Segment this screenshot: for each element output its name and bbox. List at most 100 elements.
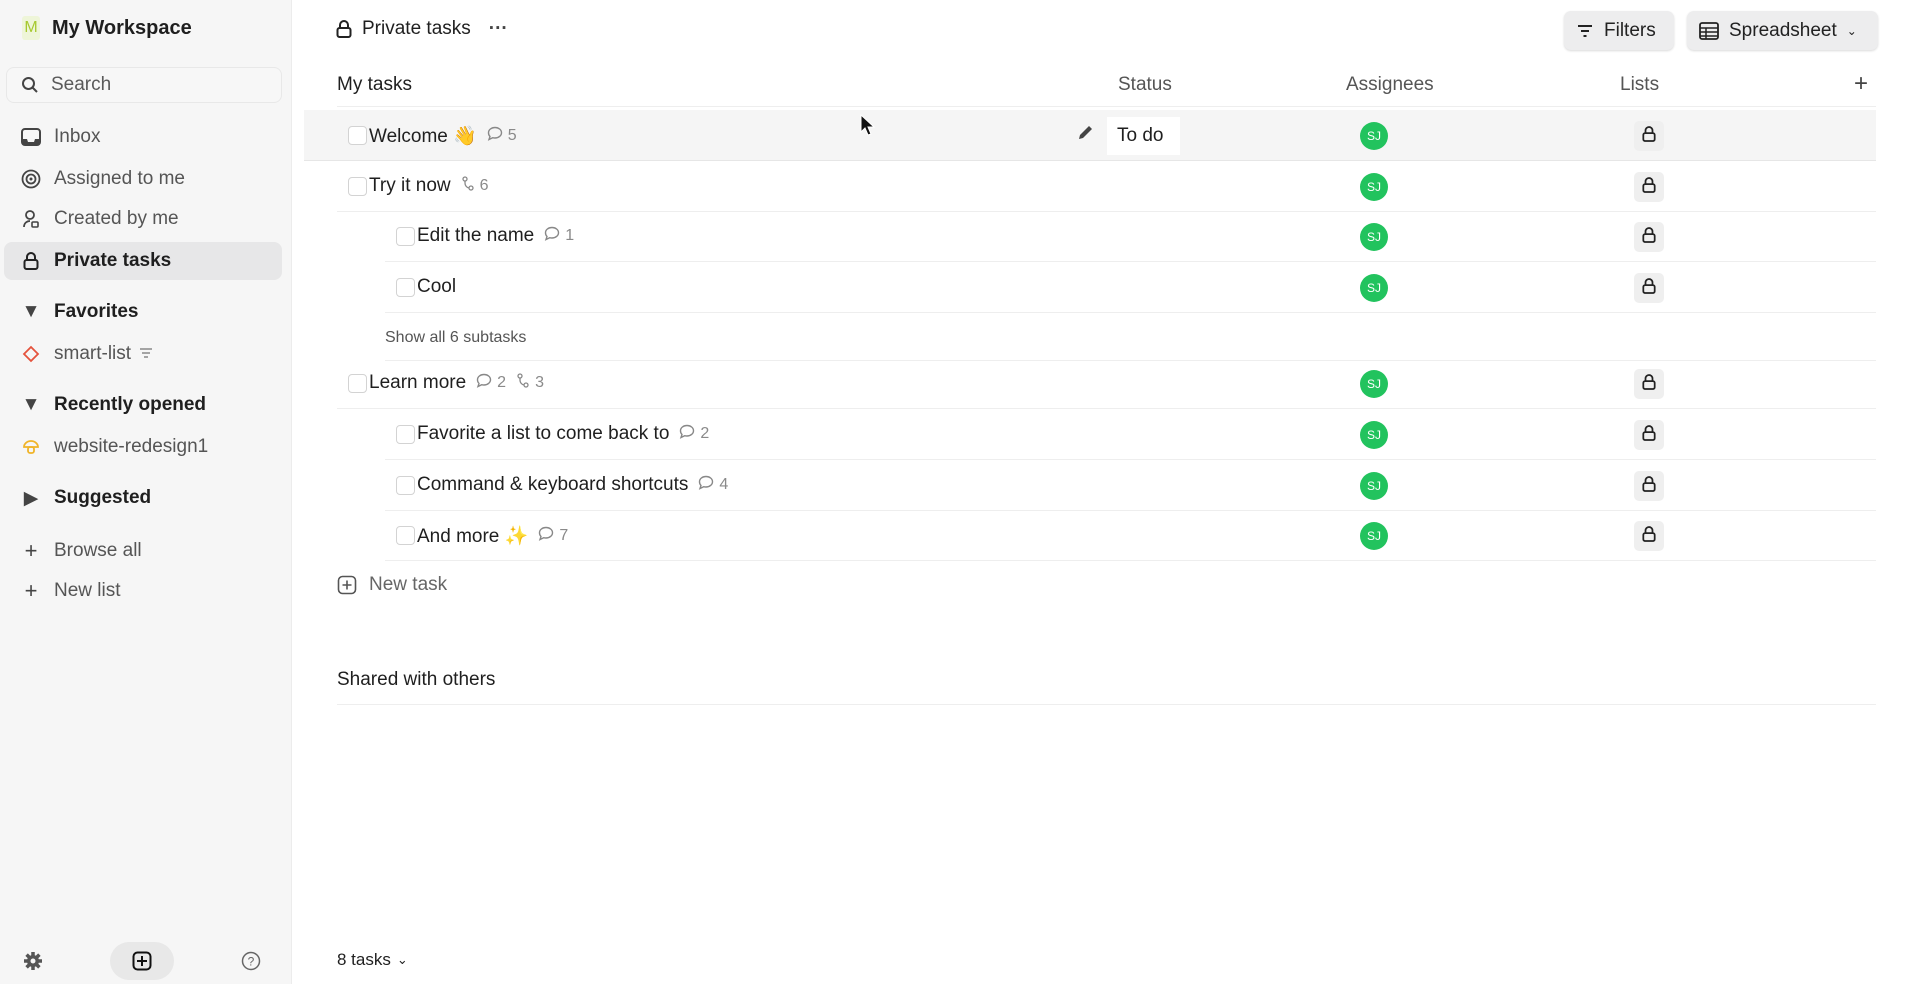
task-name[interactable]: Learn more	[369, 372, 466, 394]
plus-icon: +	[24, 538, 38, 563]
subtask-count[interactable]: 3	[516, 373, 544, 393]
recently-opened-section-toggle[interactable]: ▼ Recently opened	[4, 386, 282, 424]
svg-text:?: ?	[248, 955, 255, 969]
list-lock-badge[interactable]	[1634, 273, 1664, 303]
sidebar: M My Workspace Search Inbox Assigned to …	[0, 0, 292, 984]
avatar[interactable]: SJ	[1360, 522, 1388, 550]
table-row[interactable]: Favorite a list to come back to 2 SJ	[385, 409, 1876, 460]
new-item-button[interactable]	[110, 942, 174, 980]
comment-count[interactable]: 2	[679, 424, 709, 444]
task-checkbox[interactable]	[348, 374, 367, 393]
lock-icon	[1642, 176, 1656, 198]
subtask-count[interactable]: 6	[461, 176, 489, 196]
view-label: Spreadsheet	[1729, 19, 1837, 41]
task-checkbox[interactable]	[348, 177, 367, 196]
task-name[interactable]: Command & keyboard shortcuts	[417, 474, 688, 496]
table-row[interactable]: Edit the name 1 SJ	[385, 211, 1876, 262]
search-placeholder: Search	[51, 74, 112, 95]
task-checkbox[interactable]	[396, 227, 415, 246]
task-checkbox[interactable]	[396, 425, 415, 444]
table-icon	[1699, 21, 1719, 40]
task-checkbox[interactable]	[396, 526, 415, 545]
filters-button[interactable]: Filters	[1564, 11, 1674, 50]
task-checkbox[interactable]	[396, 476, 415, 495]
list-lock-badge[interactable]	[1634, 222, 1664, 252]
task-checkbox[interactable]	[396, 278, 415, 297]
comment-count[interactable]: 2	[476, 373, 506, 393]
table-row[interactable]: Command & keyboard shortcuts 4 SJ	[385, 460, 1876, 511]
table-row[interactable]: Try it now 6 SJ	[337, 161, 1876, 212]
caret-down-icon: ▼	[21, 301, 41, 322]
favorites-section-toggle[interactable]: ▼ Favorites	[4, 293, 282, 331]
subtask-count-value: 6	[479, 177, 489, 194]
list-lock-badge[interactable]	[1634, 121, 1664, 151]
table-row[interactable]: And more ✨ 7 SJ	[385, 510, 1876, 561]
add-column-button[interactable]: +	[1854, 70, 1868, 98]
column-header-status[interactable]: Status	[1118, 74, 1172, 96]
sidebar-item-assigned-to-me[interactable]: Assigned to me	[4, 160, 282, 198]
table-row[interactable]: Cool SJ	[385, 262, 1876, 313]
list-lock-badge[interactable]	[1634, 471, 1664, 501]
subtask-icon	[461, 176, 475, 196]
browse-all-button[interactable]: + Browse all	[4, 532, 282, 570]
show-all-subtasks-row[interactable]: Show all 6 subtasks	[385, 313, 1876, 361]
help-button[interactable]: ?	[234, 944, 268, 978]
page-header: Private tasks ···	[336, 18, 508, 40]
task-name[interactable]: Welcome 👋	[369, 124, 477, 148]
avatar[interactable]: SJ	[1360, 173, 1388, 201]
sidebar-item-inbox[interactable]: Inbox	[4, 118, 282, 156]
inbox-icon	[20, 128, 42, 146]
gear-icon	[24, 952, 42, 970]
task-name[interactable]: And more ✨	[417, 524, 528, 548]
table-row[interactable]: Welcome 👋 5 To do SJ	[304, 110, 1876, 161]
item-label: smart-list	[54, 343, 132, 364]
table-row[interactable]: Learn more 2 3 SJ	[337, 358, 1876, 409]
task-name[interactable]: Favorite a list to come back to	[417, 423, 669, 445]
chevron-down-icon: ⌄	[1846, 23, 1857, 38]
comment-count[interactable]: 4	[698, 475, 728, 495]
pencil-icon[interactable]	[1076, 124, 1094, 147]
section-title-my-tasks: My tasks	[337, 74, 412, 95]
sidebar-item-private-tasks[interactable]: Private tasks	[4, 242, 282, 280]
avatar[interactable]: SJ	[1360, 223, 1388, 251]
workspace-switcher[interactable]: M My Workspace	[22, 16, 192, 40]
task-name[interactable]: Try it now	[369, 175, 451, 197]
column-header-assignees[interactable]: Assignees	[1346, 74, 1434, 96]
status-cell[interactable]: To do	[1107, 117, 1180, 155]
avatar[interactable]: SJ	[1360, 472, 1388, 500]
filter-icon	[1578, 24, 1592, 37]
task-checkbox[interactable]	[348, 126, 367, 145]
new-task-button[interactable]: New task	[337, 574, 447, 596]
list-lock-badge[interactable]	[1634, 420, 1664, 450]
settings-button[interactable]	[16, 944, 50, 978]
more-options-button[interactable]: ···	[489, 18, 508, 40]
new-list-button[interactable]: + New list	[4, 572, 282, 610]
suggested-section-toggle[interactable]: ▶ Suggested	[4, 479, 282, 517]
section-title: Favorites	[54, 301, 139, 322]
item-label: website-redesign1	[54, 436, 209, 457]
show-all-subtasks-link[interactable]: Show all 6 subtasks	[385, 329, 526, 347]
comment-count[interactable]: 7	[538, 526, 568, 546]
lock-icon	[1642, 125, 1656, 147]
search-input[interactable]: Search	[6, 67, 282, 103]
column-header-lists[interactable]: Lists	[1620, 74, 1659, 96]
comment-count[interactable]: 5	[487, 126, 517, 146]
chevron-down-icon: ⌄	[396, 952, 408, 967]
view-selector[interactable]: Spreadsheet ⌄	[1687, 11, 1878, 50]
avatar[interactable]: SJ	[1360, 421, 1388, 449]
list-lock-badge[interactable]	[1634, 369, 1664, 399]
list-lock-badge[interactable]	[1634, 521, 1664, 551]
task-count-dropdown[interactable]: 8 tasks ⌄	[337, 950, 408, 970]
sidebar-item-smart-list[interactable]: smart-list	[4, 335, 282, 373]
avatar[interactable]: SJ	[1360, 370, 1388, 398]
comment-count[interactable]: 1	[544, 226, 574, 246]
list-lock-badge[interactable]	[1634, 172, 1664, 202]
avatar[interactable]: SJ	[1360, 122, 1388, 150]
sidebar-item-website-redesign1[interactable]: website-redesign1	[4, 428, 282, 466]
task-name[interactable]: Cool	[417, 276, 456, 298]
new-task-label: New task	[369, 574, 448, 595]
sidebar-item-created-by-me[interactable]: Created by me	[4, 200, 282, 238]
nav-label: Private tasks	[54, 250, 172, 271]
task-name[interactable]: Edit the name	[417, 225, 534, 247]
avatar[interactable]: SJ	[1360, 274, 1388, 302]
